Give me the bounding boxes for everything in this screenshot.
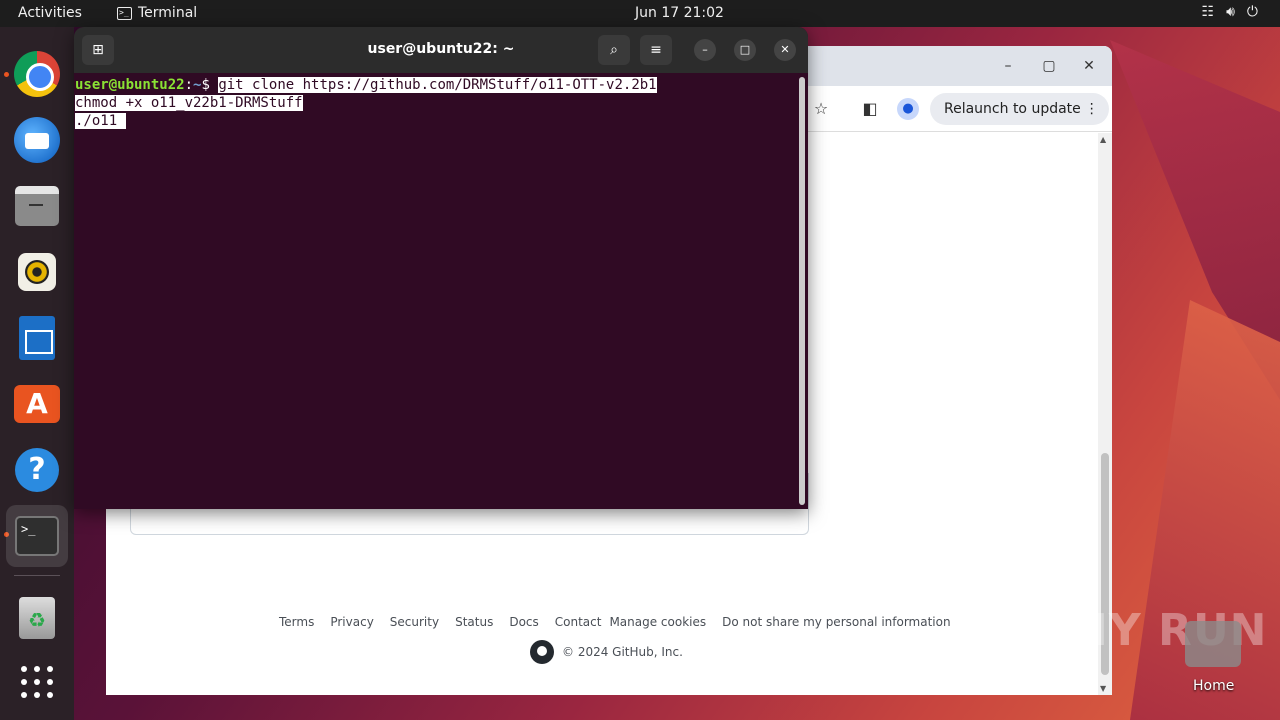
dock-terminal[interactable]: >_ (6, 505, 68, 567)
dock-rhythmbox[interactable] (12, 247, 62, 297)
running-indicator (4, 72, 9, 77)
terminal-output[interactable]: user@ubuntu22:~$ git clone https://githu… (75, 76, 795, 130)
copyright-text: © 2024 GitHub, Inc. (562, 645, 683, 659)
menu-button[interactable]: ≡ (640, 35, 672, 65)
terminal-icon: >_ (15, 516, 59, 556)
terminal-line: ./o11 (75, 112, 795, 130)
prompt-separator: : (184, 77, 194, 93)
terminal-line: chmod +x o11_v22b1-DRMStuff (75, 94, 795, 112)
dock-app-center[interactable]: A (12, 379, 62, 429)
app-menu[interactable]: >_ Terminal (117, 5, 197, 21)
close-button[interactable]: ✕ (774, 39, 796, 61)
help-icon: ? (15, 448, 59, 492)
power-icon: ⏻ (1246, 4, 1258, 20)
footer-links: Terms Privacy Security Status Docs Conta… (279, 615, 967, 629)
volume-icon: 🔊︎ (1226, 4, 1235, 20)
footer-copyright: © 2024 GitHub, Inc. (530, 640, 683, 664)
scroll-up-icon[interactable]: ▲ (1100, 135, 1106, 144)
home-label: Home (1193, 678, 1235, 694)
terminal-window: ⊞ user@ubuntu22: ~ ⌕ ≡ – □ ✕ user@ubuntu… (74, 27, 808, 509)
activities-button[interactable]: Activities (18, 5, 82, 21)
scroll-down-icon[interactable]: ▼ (1100, 684, 1106, 693)
writer-icon (19, 316, 55, 360)
speaker-icon (18, 253, 56, 291)
footer-link-docs[interactable]: Docs (509, 615, 538, 629)
terminal-icon: >_ (117, 6, 132, 20)
trash-icon: ♻ (19, 597, 55, 639)
network-icon: ☷ (1201, 4, 1215, 20)
footer-link-contact[interactable]: Contact (555, 615, 602, 629)
bookmark-star-icon[interactable]: ☆ (810, 98, 832, 120)
chrome-icon (14, 51, 60, 97)
prompt-symbol: $ (201, 77, 219, 93)
grid-icon (21, 666, 53, 698)
app-store-icon: A (14, 385, 60, 423)
folder-icon (15, 186, 59, 226)
side-panel-icon[interactable]: ◧ (859, 98, 881, 120)
command-text: git clone https://github.com/DRMStuff/o1… (218, 77, 657, 93)
command-text: chmod +x o11_v22b1-DRMStuff (75, 95, 303, 111)
relaunch-label: Relaunch to update (944, 101, 1081, 117)
dock-thunderbird[interactable] (12, 115, 62, 165)
footer-link-manage-cookies[interactable]: Manage cookies (609, 615, 706, 629)
home-folder-icon[interactable] (1185, 621, 1241, 667)
footer-link-security[interactable]: Security (390, 615, 439, 629)
github-logo-icon[interactable] (530, 640, 554, 664)
maximize-icon[interactable]: ▢ (1037, 54, 1061, 78)
system-tray[interactable]: ☷ 🔊︎ ⏻ (1202, 4, 1258, 20)
dock: A ? >_ ♻ (0, 27, 74, 720)
terminal-line: user@ubuntu22:~$ git clone https://githu… (75, 76, 795, 94)
minimize-button[interactable]: – (694, 39, 716, 61)
prompt-user: user@ubuntu22 (75, 77, 185, 93)
clock[interactable]: Jun 17 21:02 (635, 5, 724, 21)
dock-writer[interactable] (12, 313, 62, 363)
close-icon[interactable]: ✕ (1077, 54, 1101, 78)
thunderbird-icon (14, 117, 60, 163)
footer-link-privacy[interactable]: Privacy (330, 615, 373, 629)
dock-trash[interactable]: ♻ (12, 593, 62, 643)
dock-separator (14, 575, 60, 576)
app-menu-label: Terminal (138, 5, 198, 21)
dock-files[interactable] (12, 181, 62, 231)
dock-help[interactable]: ? (12, 445, 62, 495)
profile-avatar[interactable]: ● (897, 98, 919, 120)
footer-link-terms[interactable]: Terms (279, 615, 314, 629)
show-apps-button[interactable] (12, 657, 62, 707)
more-menu-icon: ⋮ (1084, 101, 1099, 117)
minimize-icon[interactable]: – (996, 54, 1020, 78)
footer-link-status[interactable]: Status (455, 615, 493, 629)
terminal-headerbar: ⊞ user@ubuntu22: ~ ⌕ ≡ – □ ✕ (74, 27, 808, 73)
dock-chrome[interactable] (12, 49, 62, 99)
maximize-button[interactable]: □ (734, 39, 756, 61)
command-text: ./o11 (75, 113, 126, 129)
search-button[interactable]: ⌕ (598, 35, 630, 65)
top-bar: Activities >_ Terminal Jun 17 21:02 ☷ 🔊︎… (0, 0, 1280, 27)
footer-link-do-not-share[interactable]: Do not share my personal information (722, 615, 950, 629)
terminal-scrollbar[interactable] (799, 77, 805, 505)
relaunch-button[interactable]: Relaunch to update ⋮ (930, 93, 1109, 125)
